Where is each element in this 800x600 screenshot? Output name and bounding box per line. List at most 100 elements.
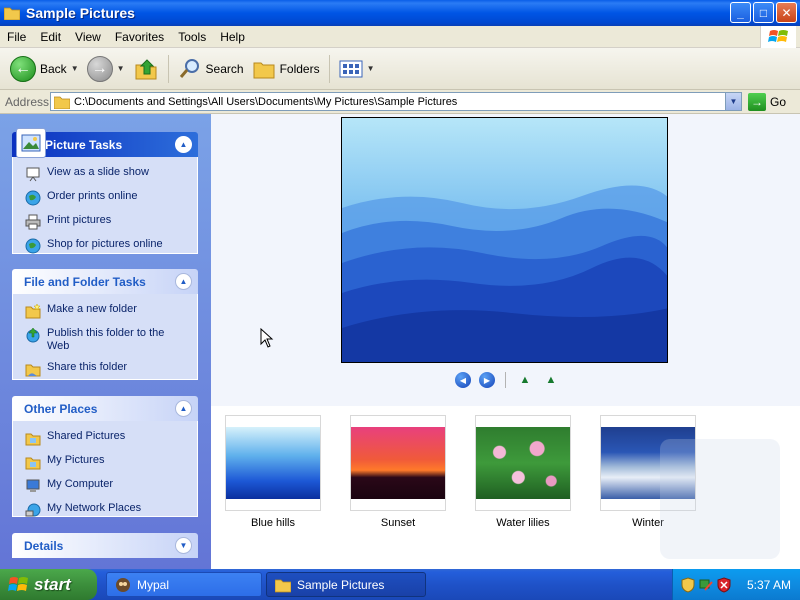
chevron-down-icon: ▼ [729, 97, 738, 106]
details-header[interactable]: Details ▼ [12, 533, 198, 558]
security-shield-icon[interactable] [681, 576, 695, 593]
chevron-down-icon[interactable]: ▼ [367, 64, 375, 73]
globe-icon [25, 238, 41, 254]
next-image-button[interactable]: ▶ [479, 372, 495, 388]
task-order-prints[interactable]: Order prints online [25, 190, 187, 206]
menu-bar: File Edit View Favorites Tools Help [0, 26, 800, 48]
thumbnail-image [351, 427, 445, 499]
rotate-counterclockwise-icon: ▲ [545, 374, 557, 386]
thumbnail-sunset[interactable]: Sunset [350, 415, 446, 529]
mypal-app-icon [116, 577, 130, 592]
chevron-up-icon[interactable]: ▲ [175, 136, 192, 153]
close-button[interactable]: ✕ [776, 2, 797, 23]
windows-logo-icon [760, 26, 796, 48]
slideshow-icon [26, 167, 40, 182]
start-button[interactable]: start [0, 569, 97, 600]
menu-tools[interactable]: Tools [171, 30, 213, 44]
next-icon: ▶ [483, 375, 491, 385]
rotate-clockwise-button[interactable]: ▲ [516, 373, 534, 387]
windows-flag-icon [8, 576, 28, 591]
computer-icon [26, 479, 40, 492]
menu-edit[interactable]: Edit [33, 30, 68, 44]
clock[interactable]: 5:37 AM [747, 578, 791, 592]
menu-help[interactable]: Help [213, 30, 252, 44]
chevron-down-icon[interactable]: ▼ [175, 537, 192, 554]
place-my-network[interactable]: My Network Places [25, 502, 187, 518]
menu-view[interactable]: View [68, 30, 108, 44]
back-arrow-icon: ← [10, 55, 36, 82]
address-bar: Address C:\Documents and Settings\All Us… [0, 90, 800, 114]
folder-icon [4, 7, 20, 20]
chevron-up-icon[interactable]: ▲ [175, 273, 192, 290]
maximize-icon: □ [759, 5, 768, 20]
folders-label: Folders [279, 61, 320, 76]
address-input[interactable]: C:\Documents and Settings\All Users\Docu… [50, 92, 742, 111]
address-dropdown-button[interactable]: ▼ [725, 93, 741, 110]
details-panel: Details ▼ [12, 533, 198, 558]
task-pane: Picture Tasks ▲ View as a slide show Ord… [0, 114, 211, 569]
printer-icon [25, 214, 41, 230]
search-label: Search [205, 61, 244, 76]
previous-image-button[interactable]: ◀ [455, 372, 471, 388]
rotate-counterclockwise-button[interactable]: ▲ [542, 373, 560, 387]
thumbnail-strip: Blue hills Sunset Water lilies Winter [225, 415, 696, 529]
start-label: start [34, 574, 71, 594]
task-shop-pictures[interactable]: Shop for pictures online [25, 238, 187, 254]
thumbnail-image [226, 427, 320, 499]
thumbnail-label: Water lilies [496, 517, 550, 529]
task-make-new-folder[interactable]: Make a new folder [25, 303, 187, 319]
antivirus-shield-icon[interactable] [717, 576, 731, 593]
task-publish-web[interactable]: Publish this folder to the Web [25, 327, 187, 353]
file-folder-tasks-header[interactable]: File and Folder Tasks ▲ [12, 269, 198, 294]
thumbnail-water-lilies[interactable]: Water lilies [475, 415, 571, 529]
folders-button[interactable]: Folders [248, 52, 324, 86]
picture-tasks-body: View as a slide show Order prints online… [12, 157, 198, 254]
details-title: Details [24, 538, 64, 553]
other-places-header[interactable]: Other Places ▲ [12, 396, 198, 421]
thumbnail-blue-hills[interactable]: Blue hills [225, 415, 321, 529]
folders-icon [253, 62, 275, 78]
preview-image [341, 117, 668, 363]
chevron-up-icon[interactable]: ▲ [175, 400, 192, 417]
content-area: ◀ ▶ ▲ ▲ Blue hills Sunset Water lilies W… [211, 114, 800, 569]
folder-icon [25, 433, 41, 446]
minimize-button[interactable]: _ [730, 2, 751, 23]
up-folder-button[interactable] [129, 52, 163, 86]
task-share-folder[interactable]: Share this folder [25, 361, 187, 377]
toolbar-separator [328, 54, 330, 83]
place-shared-pictures[interactable]: Shared Pictures [25, 430, 187, 446]
picture-tasks-panel: Picture Tasks ▲ View as a slide show Ord… [12, 128, 198, 254]
forward-button[interactable]: → ▼ [83, 52, 129, 86]
place-my-computer[interactable]: My Computer [25, 478, 187, 494]
thumbnail-frame [475, 415, 571, 511]
taskbar-item-sample-pictures[interactable]: Sample Pictures [266, 572, 426, 597]
task-print-pictures[interactable]: Print pictures [25, 214, 187, 230]
picture-tasks-title: Picture Tasks [45, 137, 123, 152]
search-button[interactable]: Search [174, 52, 248, 86]
picture-tasks-header[interactable]: Picture Tasks ▲ [12, 128, 198, 158]
toolbar-separator [167, 54, 169, 83]
chevron-down-icon[interactable]: ▼ [71, 64, 79, 73]
previous-icon: ◀ [459, 375, 467, 385]
window-title: Sample Pictures [26, 5, 135, 21]
share-folder-icon [25, 364, 41, 377]
minimize-icon: _ [737, 5, 744, 20]
menu-favorites[interactable]: Favorites [108, 30, 171, 44]
task-view-slideshow[interactable]: View as a slide show [25, 166, 187, 182]
views-icon [339, 60, 363, 77]
picture-watermark-icon [660, 439, 780, 559]
mouse-cursor-icon [260, 328, 274, 348]
back-button[interactable]: ← Back ▼ [6, 52, 83, 86]
folder-icon [25, 457, 41, 470]
go-button[interactable]: → Go [748, 93, 786, 111]
place-my-pictures[interactable]: My Pictures [25, 454, 187, 470]
views-button[interactable]: ▼ [335, 52, 379, 86]
maximize-button[interactable]: □ [753, 2, 774, 23]
other-places-title: Other Places [24, 401, 98, 416]
menu-file[interactable]: File [0, 30, 33, 44]
title-bar: Sample Pictures _ □ ✕ [0, 0, 800, 26]
address-label: Address [5, 94, 50, 109]
network-status-icon[interactable] [699, 577, 713, 593]
taskbar-item-mypal[interactable]: Mypal [106, 572, 262, 597]
chevron-down-icon[interactable]: ▼ [117, 64, 125, 73]
